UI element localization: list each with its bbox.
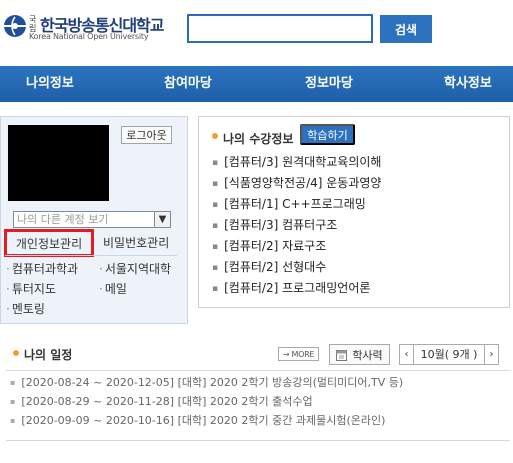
main-nav: 나의정보 참여마당 정보마당 학사정보 [0, 66, 513, 102]
course-item[interactable]: [컴퓨터/3] 원격대학교육의이해 [212, 152, 502, 173]
month-label: 10월( 9개 ) [420, 348, 478, 361]
month-navigator: ‹ 10월( 9개 ) › [399, 344, 499, 365]
logo-prefix: 국립 [29, 15, 37, 33]
chevron-down-icon[interactable]: ▼ [154, 212, 170, 227]
university-emblem-icon [4, 15, 26, 37]
study-button[interactable]: 학습하기 [300, 124, 355, 145]
tab-personal-info[interactable]: 개인정보관리 [4, 229, 94, 257]
more-label: MORE [291, 349, 315, 359]
nav-item-my-info[interactable]: 나의정보 [26, 66, 74, 102]
course-item[interactable]: [컴퓨터/3] 컴퓨터구조 [212, 215, 502, 236]
more-button[interactable]: → MORE [278, 347, 319, 361]
schedule-item[interactable]: [2020-08-24 ~ 2020-12-05] [대학] 2020 2학기 … [10, 373, 510, 392]
course-item[interactable]: [식품영양학전공/4] 운동과영양 [212, 173, 502, 194]
user-panel: 로그아웃 나의 다른 계정 보기 ▼ 개인정보관리 비밀번호관리 컴퓨터과학과 … [0, 116, 188, 324]
course-item[interactable]: [컴퓨터/2] 선형대수 [212, 257, 502, 278]
tab-password[interactable]: 비밀번호관리 [103, 234, 169, 251]
academic-calendar-label: 학사력 [352, 348, 383, 362]
academic-calendar-button[interactable]: 학사력 [329, 344, 390, 365]
logo-subtitle: Korea National Open University [29, 32, 149, 41]
account-select[interactable]: 나의 다른 계정 보기 ▼ [13, 211, 171, 228]
course-panel: 나의 수강정보 학습하기 [컴퓨터/3] 원격대학교육의이해 [식품영양학전공/… [198, 116, 510, 308]
chevron-left-icon[interactable]: ‹ [400, 345, 414, 364]
schedule-bottom-divider [6, 440, 510, 441]
chevron-right-icon[interactable]: › [484, 345, 498, 364]
bullet-dot-icon [13, 350, 19, 356]
calendar-icon [336, 349, 348, 361]
schedule-item[interactable]: [2020-09-09 ~ 2020-10-16] [대학] 2020 2학기 … [10, 411, 510, 430]
schedule-list: [2020-08-24 ~ 2020-12-05] [대학] 2020 2학기 … [10, 373, 510, 430]
tab-divider [5, 255, 177, 256]
account-select-value: 나의 다른 계정 보기 [17, 213, 109, 226]
schedule-divider [6, 370, 510, 371]
link-mail[interactable]: 메일 [99, 280, 127, 297]
tab-personal-info-label: 개인정보관리 [15, 236, 83, 251]
course-item[interactable]: [컴퓨터/1] C++프로그래밍 [212, 194, 502, 215]
nav-item-information[interactable]: 정보마당 [305, 66, 353, 102]
link-computer-science[interactable]: 컴퓨터과학과 [6, 260, 78, 277]
link-seoul-region[interactable]: 서울지역대학 [99, 260, 171, 277]
link-mentoring[interactable]: 멘토링 [6, 300, 45, 317]
nav-item-participation[interactable]: 참여마당 [164, 66, 212, 102]
schedule-heading: 나의 일정 [24, 348, 73, 362]
logout-button[interactable]: 로그아웃 [121, 126, 172, 144]
search-button[interactable]: 검색 [380, 15, 432, 43]
course-item[interactable]: [컴퓨터/2] 프로그래밍언어론 [212, 278, 502, 299]
arrow-right-icon: → [282, 349, 292, 359]
search-input[interactable] [187, 14, 373, 43]
schedule-item[interactable]: [2020-08-29 ~ 2020-11-28] [대학] 2020 2학기 … [10, 392, 510, 411]
university-logo[interactable]: 국립 한국방송통신대학교 Korea National Open Univers… [0, 12, 180, 42]
nav-item-academic[interactable]: 학사정보 [444, 66, 492, 102]
user-photo [8, 125, 109, 201]
course-item[interactable]: [컴퓨터/2] 자료구조 [212, 236, 502, 257]
link-tutor[interactable]: 튜터지도 [6, 280, 56, 297]
course-heading: 나의 수강정보 [223, 132, 294, 146]
bullet-dot-icon [212, 133, 218, 139]
course-list: [컴퓨터/3] 원격대학교육의이해 [식품영양학전공/4] 운동과영양 [컴퓨터… [212, 152, 502, 299]
